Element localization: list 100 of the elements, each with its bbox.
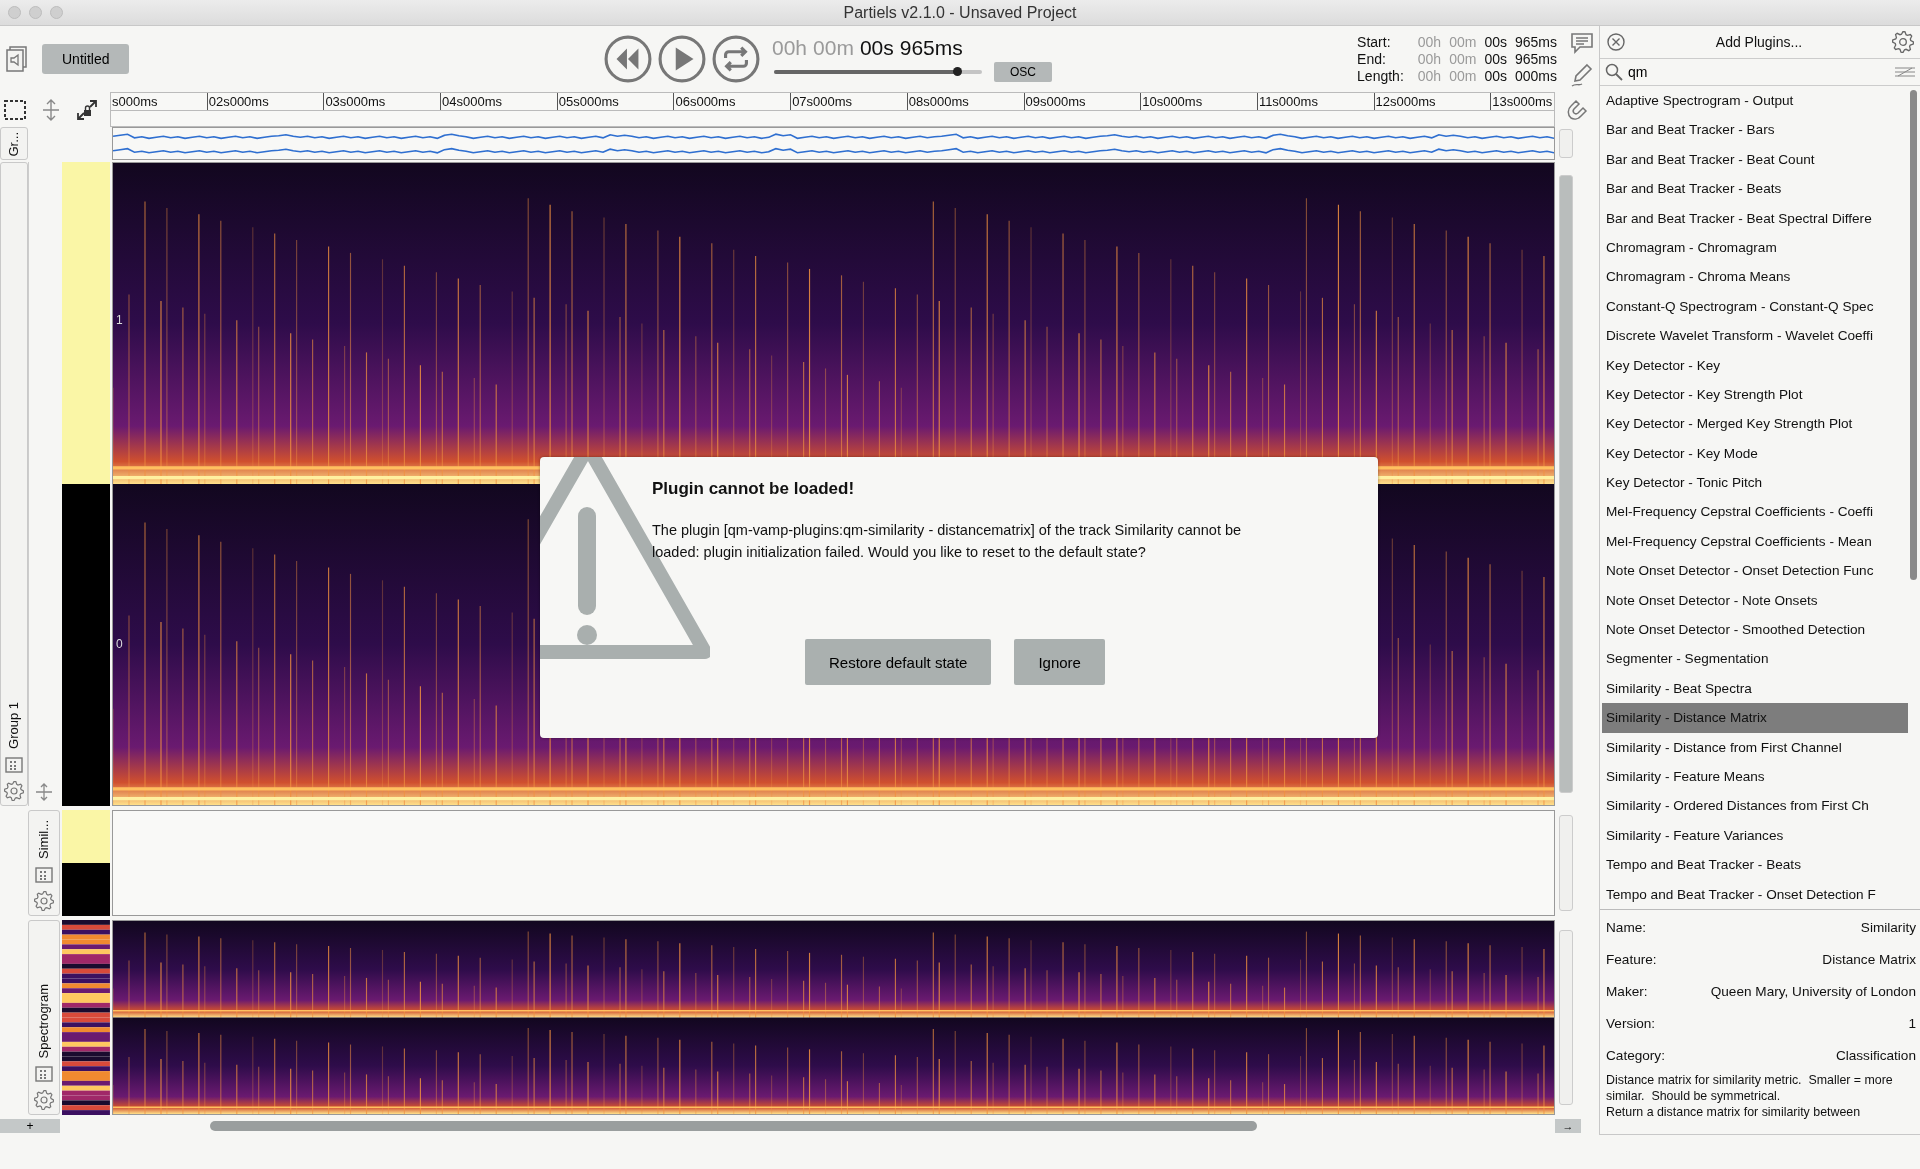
slider-thumb[interactable] bbox=[953, 67, 963, 76]
rewind-button[interactable] bbox=[604, 35, 652, 83]
range-value: 00s bbox=[1484, 68, 1507, 84]
ruler-label: 10s000ms bbox=[1140, 93, 1257, 110]
gear-icon[interactable] bbox=[33, 1090, 54, 1110]
close-icon[interactable] bbox=[1606, 32, 1626, 52]
plugin-list-item[interactable]: Tempo and Beat Tracker - Onset Detection F bbox=[1602, 879, 1908, 909]
ruler-label: 03s000ms bbox=[323, 93, 441, 110]
gear-icon[interactable] bbox=[4, 781, 24, 801]
range-value: 00s bbox=[1484, 51, 1507, 67]
ruler-label: 09s000ms bbox=[1023, 93, 1141, 110]
range-value: 00h bbox=[1417, 68, 1442, 84]
plugin-list-item[interactable]: Bar and Beat Tracker - Bars bbox=[1602, 115, 1908, 145]
plugin-list-item[interactable]: Similarity - Distance from First Channel bbox=[1602, 732, 1908, 762]
move-icon[interactable] bbox=[34, 782, 55, 802]
ruler-label: 07s000ms bbox=[790, 93, 907, 110]
scroll-end-button[interactable]: → bbox=[1555, 1119, 1581, 1133]
plugin-list-item[interactable]: Note Onset Detector - Onset Detection Func bbox=[1602, 556, 1908, 586]
plugin-list-item[interactable]: Segmenter - Segmentation bbox=[1602, 644, 1908, 674]
plugin-list-item[interactable]: Key Detector - Merged Key Strength Plot bbox=[1602, 409, 1908, 439]
plugin-list-item[interactable]: Note Onset Detector - Smoothed Detection bbox=[1602, 615, 1908, 645]
ruler-label: 08s000ms bbox=[906, 93, 1024, 110]
plugin-list-item[interactable]: Similarity - Feature Variances bbox=[1602, 820, 1908, 851]
search-field[interactable]: qm bbox=[1628, 64, 1890, 80]
add-group-button[interactable]: + bbox=[0, 1119, 60, 1133]
plugin-list-item[interactable]: Note Onset Detector - Note Onsets bbox=[1602, 585, 1908, 616]
ruler-label: 04s000ms bbox=[440, 93, 557, 110]
plugin-list-item[interactable]: Mel-Frequency Cepstral Coefficients - Coeffi bbox=[1602, 497, 1908, 527]
plugin-description: Return a distance matrix for similarity between bbox=[1606, 1103, 1862, 1120]
track-scrollbar[interactable] bbox=[1559, 128, 1574, 159]
plugin-list-item[interactable]: Key Detector - Key bbox=[1602, 350, 1908, 380]
magnet-icon[interactable] bbox=[1565, 97, 1589, 122]
plugin-list-item[interactable]: Tempo and Beat Tracker - Beats bbox=[1602, 850, 1908, 880]
dialog-button[interactable]: Restore default state bbox=[805, 639, 992, 685]
dialog-button[interactable]: Ignore bbox=[1014, 639, 1105, 685]
range-value: 965ms bbox=[1514, 34, 1557, 50]
list-scrollbar[interactable] bbox=[1910, 90, 1917, 580]
info-label: Version: bbox=[1606, 1016, 1656, 1032]
range-value: 00m bbox=[1449, 51, 1477, 67]
comment-icon[interactable] bbox=[1569, 30, 1595, 56]
track-scrollbar[interactable] bbox=[1559, 815, 1574, 911]
plugin-list-item[interactable]: Chromagram - Chromagram bbox=[1602, 232, 1908, 263]
axis-label: 0 bbox=[115, 637, 123, 651]
plugin-list-item[interactable]: Similarity - Distance Matrix bbox=[1602, 703, 1908, 733]
plugin-list-item[interactable]: Bar and Beat Tracker - Beat Spectral Differe bbox=[1602, 203, 1908, 233]
settings-icon[interactable] bbox=[1892, 31, 1914, 53]
plugin-list-item[interactable]: Bar and Beat Tracker - Beat Count bbox=[1602, 144, 1908, 175]
plugin-list-item[interactable]: Adaptive Spectrogram - Output bbox=[1602, 86, 1908, 116]
plugin-list-item[interactable]: Key Detector - Key Mode bbox=[1602, 438, 1908, 469]
plugin-list-item[interactable]: Similarity - Feature Means bbox=[1602, 762, 1908, 792]
range-label: Start: bbox=[1357, 34, 1392, 50]
info-label: Name: bbox=[1606, 920, 1647, 936]
document-button[interactable]: Untitled bbox=[42, 44, 130, 74]
info-label: Category: bbox=[1606, 1048, 1665, 1064]
pen-icon[interactable] bbox=[1569, 62, 1595, 88]
track-label: Gr... bbox=[6, 132, 22, 157]
play-button[interactable] bbox=[658, 35, 706, 83]
plugin-list-item[interactable]: Constant-Q Spectrogram - Constant-Q Spec bbox=[1602, 291, 1908, 322]
track-scrollbar[interactable] bbox=[1559, 174, 1574, 794]
window-title: Partiels v2.1.0 - Unsaved Project bbox=[843, 3, 1077, 22]
track-label: Spectrogram bbox=[36, 983, 52, 1058]
plugin-list-item[interactable]: Bar and Beat Tracker - Beats bbox=[1602, 174, 1908, 204]
panel-title: Add Plugins... bbox=[1714, 34, 1804, 50]
osc-button[interactable]: OSC bbox=[994, 62, 1052, 82]
range-value: 965ms bbox=[1514, 51, 1557, 67]
plugin-list-item[interactable]: Key Detector - Key Strength Plot bbox=[1602, 379, 1908, 410]
range-value: 00m bbox=[1449, 68, 1477, 84]
loop-button[interactable] bbox=[712, 35, 760, 83]
playhead-time: 00h 00m 00s 965ms bbox=[772, 36, 964, 60]
plugin-list-item[interactable]: Key Detector - Tonic Pitch bbox=[1602, 468, 1908, 498]
track-scrollbar[interactable] bbox=[1559, 929, 1574, 1106]
grid-icon[interactable] bbox=[33, 1064, 54, 1084]
horizontal-scrollbar[interactable] bbox=[210, 1121, 1257, 1131]
info-value: Classification bbox=[1835, 1048, 1916, 1064]
info-label: Maker: bbox=[1606, 984, 1648, 1000]
lock-zoom-icon[interactable] bbox=[75, 97, 99, 122]
grid-icon[interactable] bbox=[4, 755, 24, 775]
selection-icon[interactable] bbox=[3, 97, 27, 122]
ruler-label: 06s000ms bbox=[673, 93, 791, 110]
plugin-list-item[interactable]: Similarity - Beat Spectra bbox=[1602, 673, 1908, 704]
grid-icon[interactable] bbox=[33, 865, 54, 885]
ruler-label: 02s000ms bbox=[206, 93, 324, 110]
plugin-list-item[interactable]: Chromagram - Chroma Means bbox=[1602, 262, 1908, 292]
info-value: Similarity bbox=[1860, 920, 1916, 936]
search-icon bbox=[1604, 62, 1624, 82]
gear-icon[interactable] bbox=[33, 891, 54, 911]
scale-bar bbox=[61, 863, 110, 916]
range-label: Length: bbox=[1357, 68, 1404, 84]
ruler-label: 12s000ms bbox=[1373, 93, 1491, 110]
range-value: 00h bbox=[1417, 51, 1442, 67]
info-value: Distance Matrix bbox=[1822, 952, 1916, 968]
plugin-list-item[interactable]: Discrete Wavelet Transform - Wavelet Coeffi bbox=[1602, 321, 1908, 351]
range-label: End: bbox=[1357, 51, 1387, 67]
group-label: Group 1 bbox=[6, 702, 22, 749]
dialog-title: Plugin cannot be loaded! bbox=[652, 479, 856, 499]
plugin-list-item[interactable]: Similarity - Ordered Distances from First Ch bbox=[1602, 791, 1908, 821]
scale-bar bbox=[61, 810, 110, 863]
info-label: Feature: bbox=[1606, 952, 1657, 968]
plugin-list-item[interactable]: Mel-Frequency Cepstral Coefficients - Mean bbox=[1602, 526, 1908, 557]
ruler-label: 11s000ms bbox=[1256, 93, 1374, 110]
